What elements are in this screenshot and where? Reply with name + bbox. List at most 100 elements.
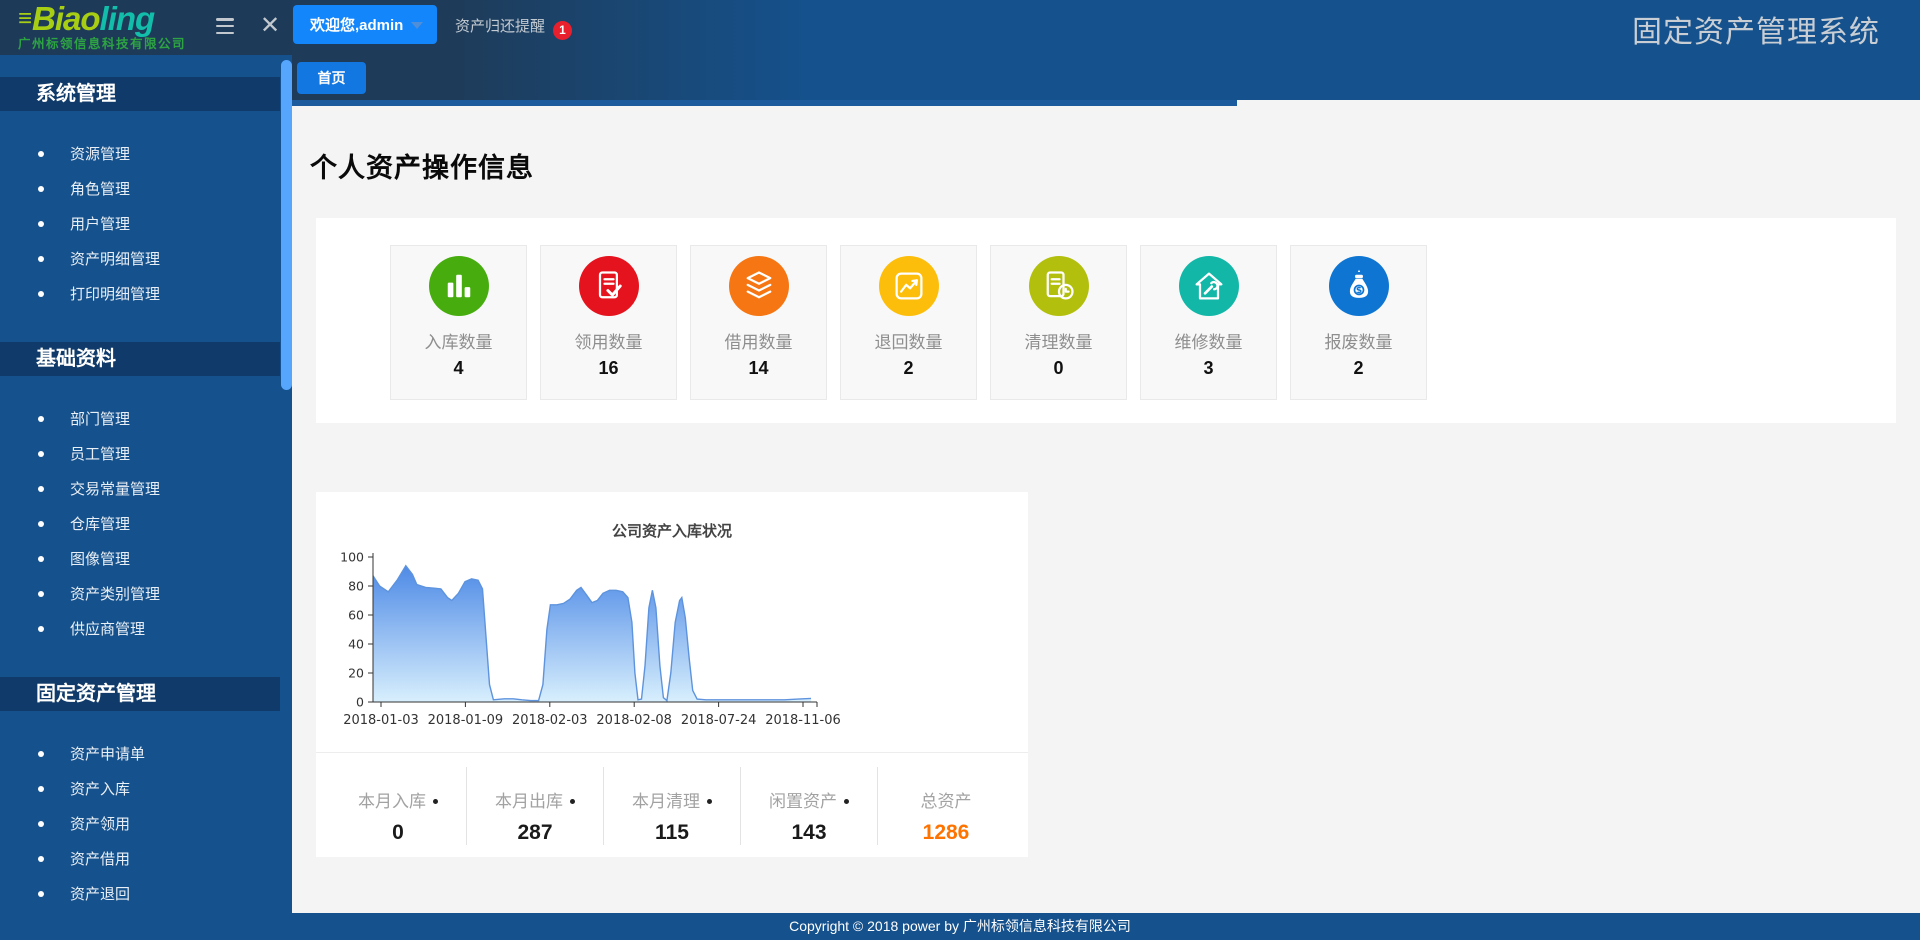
svg-text:2018-11-06: 2018-11-06 <box>765 713 841 728</box>
bullet-icon <box>38 891 44 897</box>
summary-card-label: 入库数量 <box>391 328 526 353</box>
sidebar-item-label: 角色管理 <box>70 181 130 198</box>
sidebar-item[interactable]: 交易常量管理 <box>0 472 292 507</box>
stat-value: 1286 <box>878 821 1014 845</box>
app-title: 固定资产管理系统 <box>1632 7 1880 51</box>
app-root: ≡Biaoling 广州标领信息科技有限公司 ✕ 欢迎您,admin 资产归还提… <box>0 0 1920 940</box>
sidebar-item-label: 资产申请单 <box>70 746 145 763</box>
asset-return-reminder[interactable]: 资产归还提醒1 <box>455 15 572 40</box>
stat-label: 闲置资产 <box>741 787 877 812</box>
bullet-icon <box>38 291 44 297</box>
bullet-icon <box>38 751 44 757</box>
dot-icon <box>707 799 712 804</box>
menu-toggle-icon[interactable] <box>216 18 234 34</box>
sidebar-scrollbar-thumb[interactable] <box>281 60 292 390</box>
sidebar: 系统管理资源管理角色管理用户管理资产明细管理打印明细管理基础资料部门管理员工管理… <box>0 55 292 913</box>
summary-card[interactable]: 维修数量3 <box>1140 245 1277 400</box>
sidebar-section-title: 系统管理 <box>0 77 280 111</box>
svg-text:2018-01-09: 2018-01-09 <box>428 713 504 728</box>
company-logo: ≡Biaoling 广州标领信息科技有限公司 <box>18 2 186 51</box>
summary-card[interactable]: $报废数量2 <box>1290 245 1427 400</box>
copyright-text: Copyright © 2018 power by 广州标领信息科技有限公司 <box>789 918 1131 934</box>
svg-text:2018-07-24: 2018-07-24 <box>681 713 757 728</box>
sidebar-scrollbar[interactable] <box>280 55 292 913</box>
layers-icon <box>729 256 789 316</box>
bullet-icon <box>38 821 44 827</box>
content-top-border <box>292 100 1237 106</box>
sidebar-item-label: 交易常量管理 <box>70 481 160 498</box>
sidebar-item[interactable]: 打印明细管理 <box>0 277 292 312</box>
welcome-label: 欢迎您,admin <box>310 17 403 34</box>
bar-chart-icon <box>429 256 489 316</box>
bullet-icon <box>38 626 44 632</box>
chart-title: 公司资产入库状况 <box>316 492 1028 541</box>
sidebar-item[interactable]: 部门管理 <box>0 402 292 437</box>
sidebar-item[interactable]: 仓库管理 <box>0 507 292 542</box>
sidebar-item[interactable]: 资产明细管理 <box>0 242 292 277</box>
page-title: 个人资产操作信息 <box>310 146 534 185</box>
sidebar-item-label: 供应商管理 <box>70 621 145 638</box>
summary-card[interactable]: 入库数量 4 <box>390 245 527 400</box>
sidebar-item[interactable]: 资产入库 <box>0 772 292 807</box>
svg-text:2018-02-03: 2018-02-03 <box>512 713 588 728</box>
summary-card-label: 清理数量 <box>991 328 1126 353</box>
summary-card[interactable]: 领用数量16 <box>540 245 677 400</box>
sidebar-item-label: 员工管理 <box>70 446 130 463</box>
stat-cell: 总资产 1286 <box>878 767 1014 845</box>
svg-text:60: 60 <box>348 608 364 623</box>
tab-bar: 首页 <box>292 55 1920 100</box>
dot-icon <box>570 799 575 804</box>
summary-card[interactable]: 借用数量14 <box>690 245 827 400</box>
sidebar-section-title: 基础资料 <box>0 342 280 376</box>
summary-card[interactable]: 退回数量2 <box>840 245 977 400</box>
sidebar-item-label: 打印明细管理 <box>70 286 160 303</box>
bullet-icon <box>38 151 44 157</box>
sidebar-item[interactable]: 用户管理 <box>0 207 292 242</box>
tab-home[interactable]: 首页 <box>297 62 366 94</box>
document-clock-icon <box>1029 256 1089 316</box>
summary-card-value: 16 <box>541 358 676 379</box>
sidebar-item[interactable]: 资产领用 <box>0 807 292 842</box>
summary-card-value: 4 <box>391 358 526 379</box>
svg-text:$: $ <box>1355 286 1361 296</box>
sidebar-item[interactable]: 资产申请单 <box>0 737 292 772</box>
bullet-icon <box>38 556 44 562</box>
logo-bars-icon: ≡ <box>18 5 31 32</box>
sidebar-section-list: 部门管理员工管理交易常量管理仓库管理图像管理资产类别管理供应商管理 <box>0 376 292 677</box>
sidebar-item-label: 资源管理 <box>70 146 130 163</box>
bullet-icon <box>38 591 44 597</box>
sidebar-item[interactable]: 资产借用 <box>0 842 292 877</box>
stat-cell: 闲置资产 143 <box>741 767 878 845</box>
bullet-icon <box>38 221 44 227</box>
bullet-icon <box>38 786 44 792</box>
stat-label: 总资产 <box>878 787 1014 812</box>
stat-value: 287 <box>467 821 603 845</box>
summary-card-value: 0 <box>991 358 1126 379</box>
money-bag-icon: $ <box>1329 256 1389 316</box>
logo-wordmark: ≡Biaoling <box>18 2 186 35</box>
welcome-user-button[interactable]: 欢迎您,admin <box>293 5 437 44</box>
summary-card-value: 3 <box>1141 358 1276 379</box>
brand-block: ≡Biaoling 广州标领信息科技有限公司 ✕ <box>0 0 292 55</box>
logo-text-rest: ling <box>100 0 155 37</box>
sidebar-item[interactable]: 资产类别管理 <box>0 577 292 612</box>
sidebar-item-label: 部门管理 <box>70 411 130 428</box>
sidebar-item[interactable]: 员工管理 <box>0 437 292 472</box>
stat-value: 143 <box>741 821 877 845</box>
document-check-icon <box>579 256 639 316</box>
sidebar-item[interactable]: 资产退回 <box>0 877 292 912</box>
close-icon[interactable]: ✕ <box>260 11 280 40</box>
asset-inbound-chart: 2018-01-032018-01-092018-02-032018-02-08… <box>331 547 991 752</box>
logo-text-first: Biao <box>32 0 100 37</box>
summary-card[interactable]: 清理数量 0 <box>990 245 1127 400</box>
sidebar-item-label: 资产退回 <box>70 886 130 903</box>
svg-text:20: 20 <box>348 666 364 681</box>
reminder-badge: 1 <box>553 21 572 40</box>
stat-cell: 本月入库0 <box>330 767 467 845</box>
sidebar-item[interactable]: 供应商管理 <box>0 612 292 647</box>
stat-label: 本月出库 <box>467 787 603 812</box>
bullet-icon <box>38 856 44 862</box>
sidebar-item[interactable]: 资源管理 <box>0 137 292 172</box>
sidebar-item[interactable]: 角色管理 <box>0 172 292 207</box>
sidebar-item[interactable]: 图像管理 <box>0 542 292 577</box>
